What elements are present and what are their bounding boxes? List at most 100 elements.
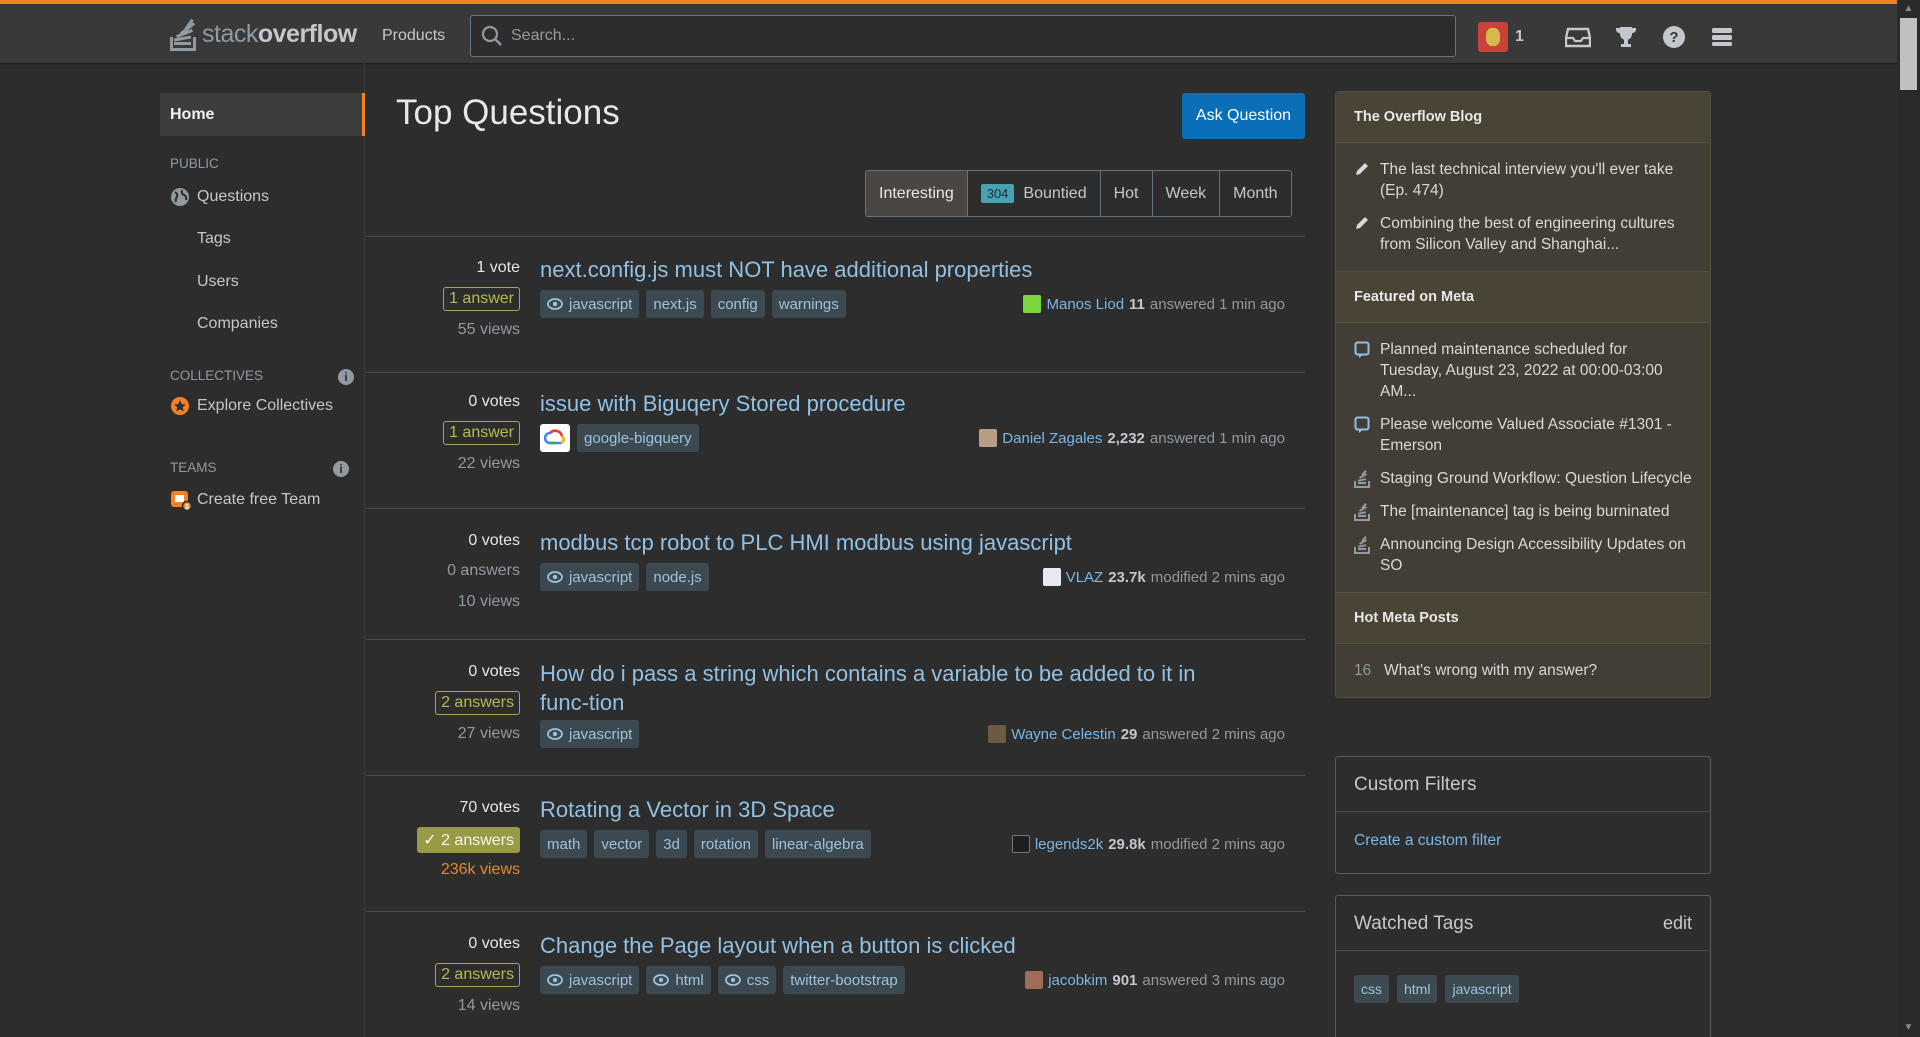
watched-tag-html[interactable]: html [1397, 975, 1438, 1003]
user-name-link[interactable]: Daniel Zagales [1002, 430, 1102, 447]
collectives-info-icon[interactable]: i [338, 369, 354, 385]
user-name-link[interactable]: Wayne Celestin [1011, 726, 1116, 743]
hot-meta-item[interactable]: 16 What's wrong with my answer? [1336, 654, 1710, 687]
help-icon[interactable]: ? [1650, 19, 1698, 55]
edit-watched-tags-link[interactable]: edit [1663, 896, 1692, 950]
watched-tag-javascript[interactable]: javascript [1445, 975, 1519, 1003]
scroll-down-arrow-icon[interactable]: ▼ [1902, 1022, 1915, 1033]
meta-item-label: Planned maintenance scheduled for Tuesda… [1380, 341, 1663, 400]
pencil-icon [1356, 163, 1368, 175]
meta-item[interactable]: Announcing Design Accessibility Updates … [1336, 528, 1710, 582]
vote-count: 0 votes [468, 393, 520, 410]
tab-hot[interactable]: Hot [1100, 171, 1153, 216]
create-custom-filter-link[interactable]: Create a custom filter [1354, 832, 1501, 849]
sidebar-item-questions[interactable]: Questions [170, 187, 269, 207]
view-count: 14 views [457, 997, 520, 1014]
question-title-link[interactable]: Change the Page layout when a button is … [540, 931, 1260, 960]
question-tags: javascript node.js [540, 563, 709, 591]
user-avatar[interactable] [1023, 295, 1042, 313]
tab-month[interactable]: Month [1220, 171, 1291, 216]
question-title-link[interactable]: Rotating a Vector in 3D Space [540, 795, 1260, 824]
page-scrollbar[interactable]: ▲ ▼ [1897, 0, 1920, 1037]
tag-javascript[interactable]: javascript [540, 966, 640, 994]
search-input[interactable] [511, 27, 1411, 45]
user-name-link[interactable]: legends2k [1035, 836, 1103, 853]
answer-count: 1 answer [443, 287, 520, 311]
sidebar-item-label: Create free Team [197, 491, 321, 508]
products-menu[interactable]: Products [365, 22, 462, 50]
teams-info-icon[interactable]: i [333, 461, 349, 477]
user-avatar[interactable] [1011, 835, 1030, 853]
sidebar-item-users[interactable]: Users [197, 273, 239, 291]
tag-google-bigquery[interactable]: google-bigquery [577, 424, 699, 452]
tag-label: css [746, 971, 770, 989]
question-title-link[interactable]: modbus tcp robot to PLC HMI modbus using… [540, 528, 1260, 557]
ask-question-button[interactable]: Ask Question [1182, 93, 1305, 139]
view-count: 22 views [457, 455, 520, 472]
sidebar-item-tags[interactable]: Tags [197, 230, 231, 248]
tag-rotation[interactable]: rotation [693, 830, 758, 858]
overflow-blog-widget: The Overflow Blog The last technical int… [1335, 91, 1711, 698]
user-name-link[interactable]: jacobkim [1048, 972, 1107, 989]
meta-item[interactable]: Staging Ground Workflow: Question Lifecy… [1336, 462, 1710, 495]
tag-twitter-bootstrap[interactable]: twitter-bootstrap [783, 966, 905, 994]
tag-nodejs[interactable]: node.js [646, 563, 709, 591]
user-avatar[interactable] [1025, 971, 1044, 989]
tag-html[interactable]: html [646, 966, 711, 994]
answer-count: 2 answers [435, 691, 520, 715]
stackoverflow-logo[interactable]: stackoverflow [168, 14, 357, 54]
blog-item[interactable]: The last technical interview you'll ever… [1336, 153, 1710, 207]
tag-math[interactable]: math [540, 830, 588, 858]
watched-tag-css[interactable]: css [1354, 975, 1389, 1003]
meta-list: Planned maintenance scheduled for Tuesda… [1336, 323, 1710, 593]
user-reputation[interactable]: 1 [1515, 28, 1524, 46]
activity-time: answered 1 min ago [1149, 295, 1285, 313]
tag-config[interactable]: config [710, 290, 765, 318]
meta-item[interactable]: The [maintenance] tag is being burninate… [1336, 495, 1710, 528]
sidebar-item-create-team[interactable]: $ Create free Team [170, 489, 320, 511]
user-avatar[interactable] [988, 725, 1007, 743]
activity-time: answered 1 min ago [1149, 429, 1285, 447]
meta-item[interactable]: Please welcome Valued Associate #1301 - … [1336, 408, 1710, 462]
tag-css[interactable]: css [717, 966, 777, 994]
tag-warnings[interactable]: warnings [771, 290, 846, 318]
page-title: Top Questions [396, 93, 620, 132]
sidebar-item-companies[interactable]: Companies [197, 315, 278, 333]
search-box[interactable] [470, 15, 1456, 57]
meta-item-label: The [maintenance] tag is being burninate… [1380, 503, 1670, 520]
question-title-link[interactable]: How do i pass a string which contains a … [540, 659, 1240, 717]
view-count: 236k views [440, 861, 520, 878]
user-avatar[interactable] [1478, 22, 1508, 52]
user-reputation: 2,232 [1107, 429, 1145, 447]
site-switcher-icon[interactable] [1698, 19, 1746, 55]
user-name-link[interactable]: Manos Liod [1046, 296, 1124, 313]
tag-nextjs[interactable]: next.js [646, 290, 704, 318]
stackoverflow-logo-icon [168, 15, 198, 53]
tag-javascript[interactable]: javascript [540, 290, 640, 318]
tab-bountied[interactable]: 304 Bountied [967, 171, 1101, 216]
user-avatar[interactable] [1042, 568, 1061, 586]
tab-week[interactable]: Week [1152, 171, 1221, 216]
scroll-thumb[interactable] [1900, 18, 1917, 90]
user-reputation: 29.8k [1108, 835, 1146, 853]
sidebar-item-home[interactable]: Home [160, 93, 365, 136]
achievements-trophy-icon[interactable] [1602, 19, 1650, 55]
user-name-link[interactable]: VLAZ [1066, 569, 1104, 586]
meta-item[interactable]: Planned maintenance scheduled for Tuesda… [1336, 333, 1710, 408]
question-title-link[interactable]: next.config.js must NOT have additional … [540, 255, 1260, 284]
scroll-up-arrow-icon[interactable]: ▲ [1902, 3, 1915, 14]
question-title-link[interactable]: issue with Biguqery Stored procedure [540, 389, 1260, 418]
custom-filters-widget: Custom Filters Create a custom filter [1335, 756, 1711, 874]
tag-3d[interactable]: 3d [656, 830, 687, 858]
tag-javascript[interactable]: javascript [540, 720, 640, 748]
blog-item[interactable]: Combining the best of engineering cultur… [1336, 207, 1710, 261]
tag-javascript[interactable]: javascript [540, 563, 640, 591]
sidebar-item-explore-collectives[interactable]: Explore Collectives [170, 396, 333, 416]
question-meta: jacobkim 901 answered 3 mins ago [1025, 971, 1285, 989]
inbox-icon[interactable] [1554, 19, 1602, 55]
user-avatar[interactable] [979, 429, 998, 447]
svg-text:?: ? [1669, 29, 1678, 46]
tag-vector[interactable]: vector [594, 830, 650, 858]
tag-linear-algebra[interactable]: linear-algebra [764, 830, 871, 858]
tab-interesting[interactable]: Interesting [866, 171, 968, 216]
